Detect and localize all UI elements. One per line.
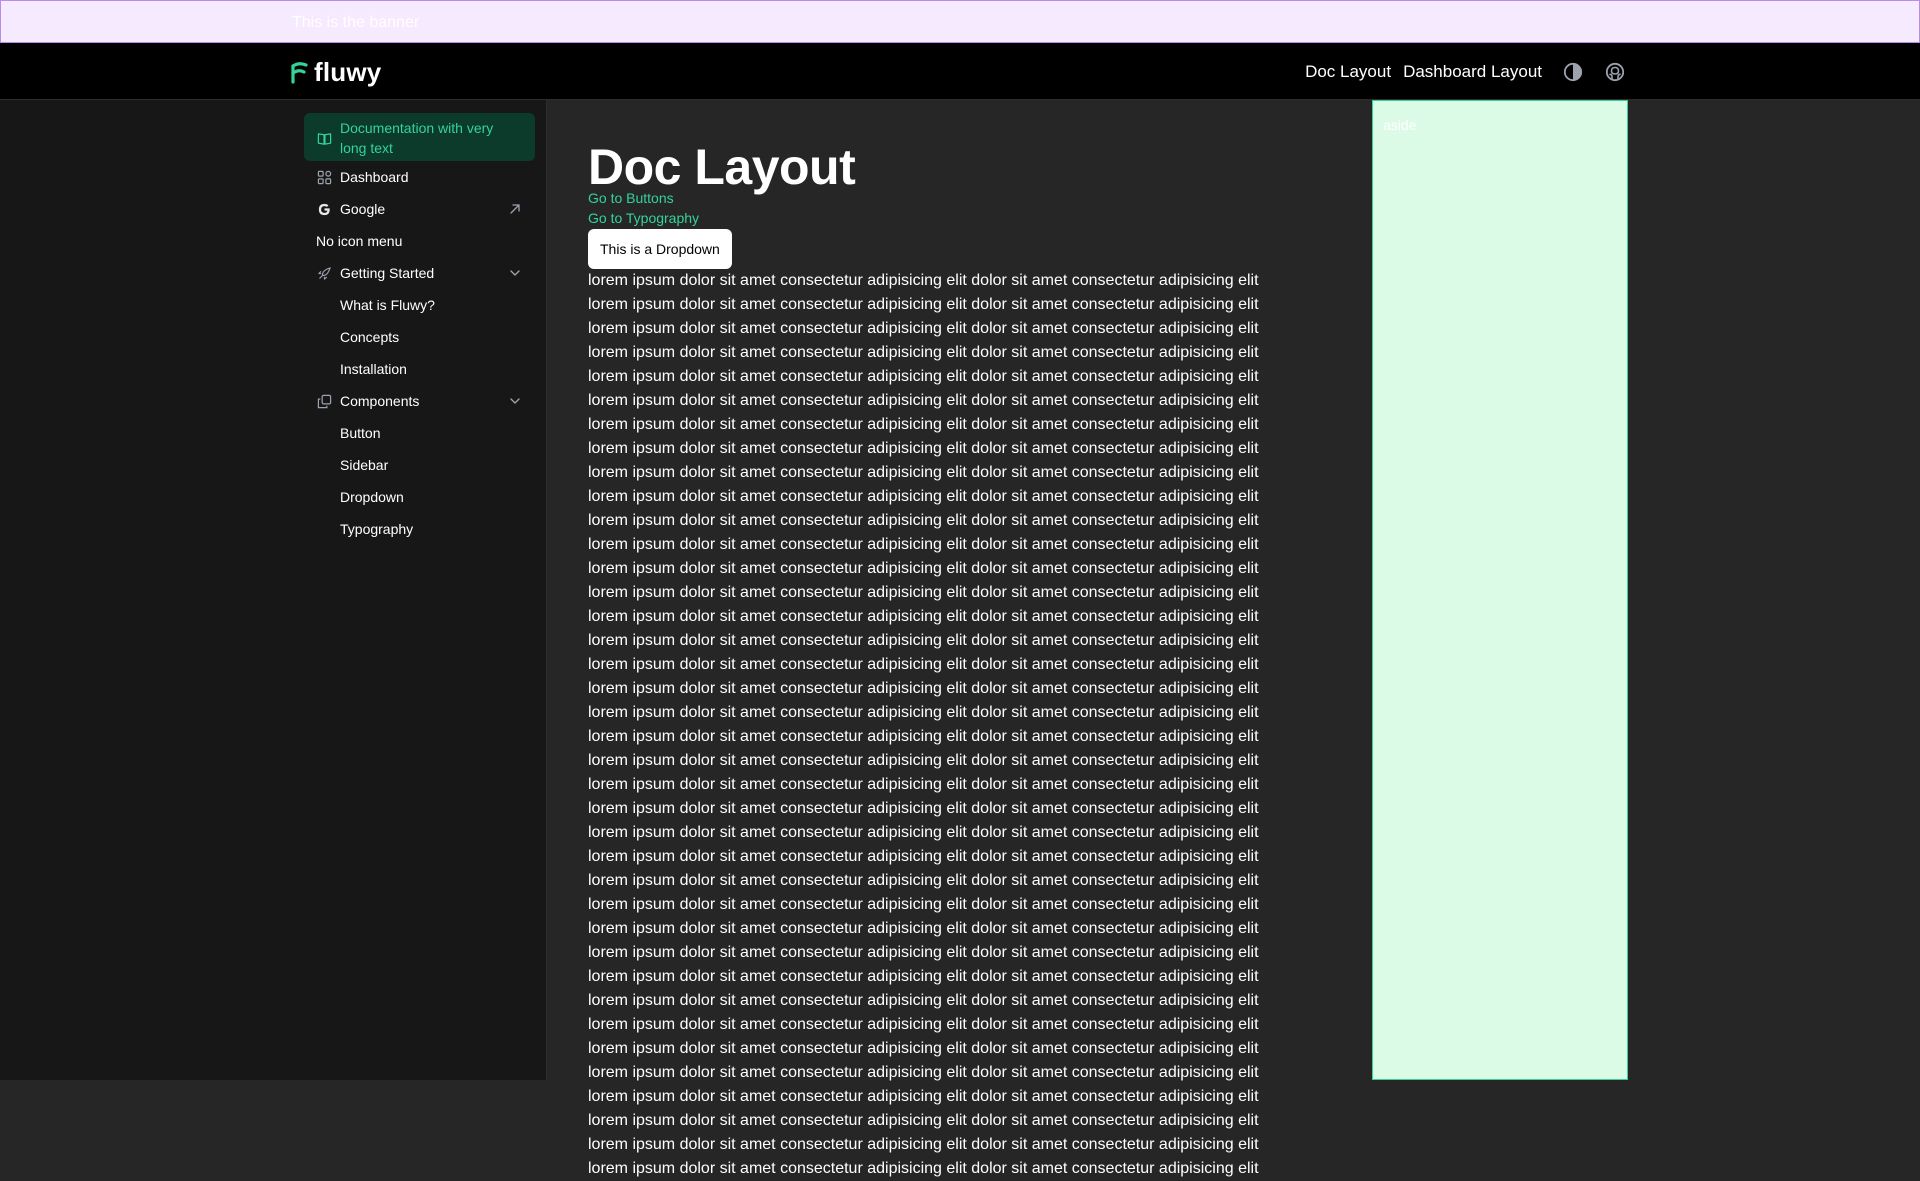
lorem-paragraph: lorem ipsum dolor sit amet consectetur a… (588, 680, 1259, 697)
lorem-paragraph: lorem ipsum dolor sit amet consectetur a… (588, 344, 1259, 361)
sidebar-item-installation[interactable]: Installation (304, 353, 535, 385)
sidebar-item-label: Documentation with very long text (340, 120, 494, 156)
external-link-icon (507, 201, 523, 217)
sidebar-item-dashboard[interactable]: Dashboard (304, 161, 535, 193)
lorem-paragraph: lorem ipsum dolor sit amet consectetur a… (588, 944, 1259, 961)
sidebar-item-button[interactable]: Button (304, 417, 535, 449)
sidebar-item-documentation[interactable]: Documentation with very long text (304, 113, 535, 161)
lorem-paragraph: lorem ipsum dolor sit amet consectetur a… (588, 1160, 1259, 1177)
sidebar-item-dropdown[interactable]: Dropdown (304, 481, 535, 513)
sidebar-item-label: Getting Started (340, 265, 435, 281)
lorem-paragraph: lorem ipsum dolor sit amet consectetur a… (588, 584, 1259, 601)
banner: This is the banner (0, 0, 1920, 43)
sidebar-menu: Documentation with very long text Dashbo… (304, 113, 535, 545)
lorem-paragraph: lorem ipsum dolor sit amet consectetur a… (588, 488, 1259, 505)
sidebar-item-sidebar[interactable]: Sidebar (304, 449, 535, 481)
sidebar-item-label: Dropdown (340, 489, 404, 505)
sidebar-item-typography[interactable]: Typography (304, 513, 535, 545)
lorem-paragraph: lorem ipsum dolor sit amet consectetur a… (588, 992, 1259, 1009)
lorem-paragraph: lorem ipsum dolor sit amet consectetur a… (588, 560, 1259, 577)
lorem-paragraph: lorem ipsum dolor sit amet consectetur a… (588, 608, 1259, 625)
fluwy-logo-icon (291, 61, 308, 84)
lorem-paragraph: lorem ipsum dolor sit amet consectetur a… (588, 272, 1259, 289)
sidebar-item-label: Components (340, 393, 420, 409)
main-content: Doc Layout Go to Buttons Go to Typograph… (547, 100, 1372, 1177)
lorem-paragraph: lorem ipsum dolor sit amet consectetur a… (588, 632, 1259, 649)
theme-toggle-icon[interactable] (1562, 61, 1584, 83)
book-icon (316, 130, 332, 146)
lorem-paragraph: lorem ipsum dolor sit amet consectetur a… (588, 1088, 1259, 1105)
lorem-paragraph: lorem ipsum dolor sit amet consectetur a… (588, 1136, 1259, 1153)
lorem-paragraph: lorem ipsum dolor sit amet consectetur a… (588, 368, 1259, 385)
lorem-paragraph: lorem ipsum dolor sit amet consectetur a… (588, 1040, 1259, 1057)
sidebar-item-no-icon-menu[interactable]: No icon menu (304, 225, 535, 257)
link-go-to-typography[interactable]: Go to Typography (588, 208, 699, 228)
components-icon (316, 393, 332, 409)
chevron-down-icon[interactable] (507, 393, 523, 409)
header: fluwy Doc Layout Dashboard Layout (0, 43, 1920, 100)
lorem-paragraph: lorem ipsum dolor sit amet consectetur a… (588, 296, 1259, 313)
dashboard-icon (316, 169, 332, 185)
dropdown-button[interactable]: This is a Dropdown (588, 229, 732, 269)
sidebar-item-label: Dashboard (340, 169, 409, 185)
lorem-paragraph: lorem ipsum dolor sit amet consectetur a… (588, 1112, 1259, 1129)
sidebar-item-label: Installation (340, 361, 407, 377)
link-go-to-buttons[interactable]: Go to Buttons (588, 188, 674, 208)
logo[interactable]: fluwy (290, 57, 381, 88)
lorem-paragraph: lorem ipsum dolor sit amet consectetur a… (588, 728, 1259, 745)
sidebar-item-getting-started[interactable]: Getting Started (304, 257, 535, 289)
sidebar-item-label: What is Fluwy? (340, 297, 435, 313)
top-nav: Doc Layout Dashboard Layout (1305, 43, 1626, 100)
lorem-paragraph: lorem ipsum dolor sit amet consectetur a… (588, 776, 1259, 793)
sidebar-item-what-is-fluwy[interactable]: What is Fluwy? (304, 289, 535, 321)
sidebar: Documentation with very long text Dashbo… (0, 100, 547, 1080)
lorem-paragraph: lorem ipsum dolor sit amet consectetur a… (588, 824, 1259, 841)
sidebar-item-label: No icon menu (316, 233, 403, 249)
lorem-paragraph: lorem ipsum dolor sit amet consectetur a… (588, 416, 1259, 433)
sidebar-item-label: Button (340, 425, 381, 441)
sidebar-item-label: Typography (340, 521, 414, 537)
banner-text: This is the banner (292, 14, 420, 31)
lorem-paragraphs: lorem ipsum dolor sit amet consectetur a… (588, 269, 1288, 1181)
sidebar-item-google[interactable]: Google (304, 193, 535, 225)
sidebar-item-label: Concepts (340, 329, 400, 345)
brand-name: fluwy (314, 57, 382, 87)
lorem-paragraph: lorem ipsum dolor sit amet consectetur a… (588, 536, 1259, 553)
lorem-paragraph: lorem ipsum dolor sit amet consectetur a… (588, 440, 1259, 457)
lorem-paragraph: lorem ipsum dolor sit amet consectetur a… (588, 656, 1259, 673)
sidebar-item-label: Google (340, 201, 386, 217)
lorem-paragraph: lorem ipsum dolor sit amet consectetur a… (588, 392, 1259, 409)
lorem-paragraph: lorem ipsum dolor sit amet consectetur a… (588, 704, 1259, 721)
sidebar-item-label: Sidebar (340, 457, 389, 473)
lorem-paragraph: lorem ipsum dolor sit amet consectetur a… (588, 320, 1259, 337)
lorem-paragraph: lorem ipsum dolor sit amet consectetur a… (588, 920, 1259, 937)
lorem-paragraph: lorem ipsum dolor sit amet consectetur a… (588, 512, 1259, 529)
lorem-paragraph: lorem ipsum dolor sit amet consectetur a… (588, 968, 1259, 985)
sidebar-item-concepts[interactable]: Concepts (304, 321, 535, 353)
aside-label: aside (1383, 117, 1417, 133)
lorem-paragraph: lorem ipsum dolor sit amet consectetur a… (588, 1064, 1259, 1081)
github-icon[interactable] (1604, 61, 1626, 83)
lorem-paragraph: lorem ipsum dolor sit amet consectetur a… (588, 848, 1259, 865)
lorem-paragraph: lorem ipsum dolor sit amet consectetur a… (588, 800, 1259, 817)
lorem-paragraph: lorem ipsum dolor sit amet consectetur a… (588, 1016, 1259, 1033)
aside-panel: aside (1372, 100, 1628, 1080)
lorem-paragraph: lorem ipsum dolor sit amet consectetur a… (588, 464, 1259, 481)
lorem-paragraph: lorem ipsum dolor sit amet consectetur a… (588, 896, 1259, 913)
rocket-icon (316, 265, 332, 281)
lorem-paragraph: lorem ipsum dolor sit amet consectetur a… (588, 752, 1259, 769)
google-icon (316, 201, 332, 217)
chevron-down-icon[interactable] (507, 265, 523, 281)
lorem-paragraph: lorem ipsum dolor sit amet consectetur a… (588, 872, 1259, 889)
nav-doc-layout[interactable]: Doc Layout (1305, 62, 1391, 82)
nav-dashboard-layout[interactable]: Dashboard Layout (1403, 62, 1542, 82)
sidebar-item-components[interactable]: Components (304, 385, 535, 417)
